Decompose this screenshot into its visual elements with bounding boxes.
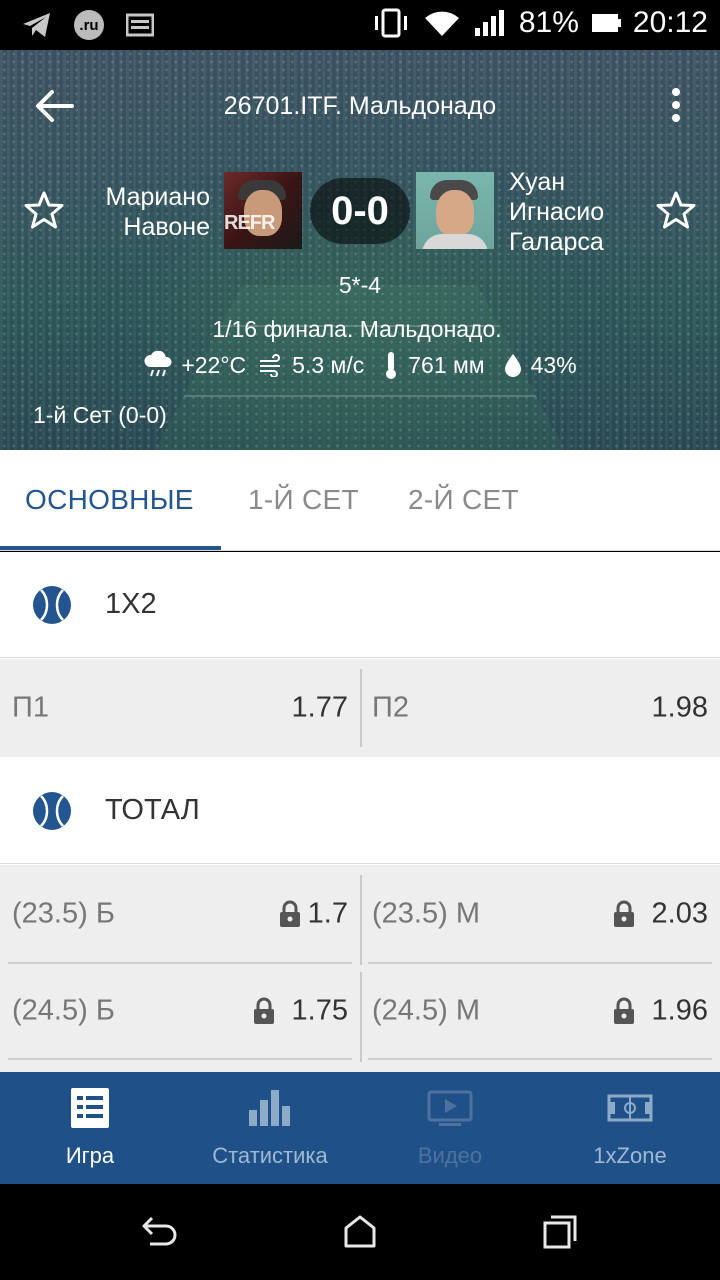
outcome-odds: 1.77: [291, 691, 348, 724]
favorite-star-icon-player2[interactable]: [656, 190, 696, 230]
lock-icon: [614, 997, 634, 1024]
cloud-rain-icon: [144, 351, 172, 377]
outcome-name: (24.5) М: [372, 994, 480, 1026]
match-header: 26701.ITF. Мальдонадо Мариано Навоне REF…: [0, 50, 720, 450]
ru-badge: .ru: [74, 10, 104, 40]
match-score: 0-0: [310, 178, 410, 244]
outcome-odds: 1.96: [651, 994, 708, 1026]
odds-cell-p1[interactable]: П1 1.77: [0, 659, 360, 757]
field-zone-icon: [607, 1094, 653, 1122]
tab-set2[interactable]: 2-Й СЕТ: [408, 484, 519, 516]
lock-icon: [280, 900, 300, 927]
odds-row: П1 1.77 П2 1.98: [0, 659, 720, 757]
nav-video[interactable]: Видео: [360, 1072, 540, 1184]
game-score: 5*-4: [338, 272, 382, 298]
player1-photo-text: REFR: [224, 212, 275, 234]
tournament-round: 1/16 финала. Мальдонадо.: [212, 316, 502, 342]
nav-label: Игра: [65, 1143, 115, 1168]
outcome-odds: 1.75: [291, 994, 348, 1026]
battery-percent: 81%: [518, 6, 579, 39]
system-back-icon[interactable]: [140, 1214, 178, 1250]
battery-icon: [591, 14, 621, 32]
clock: 20:12: [632, 6, 708, 39]
player2-name: Хуан Игнасио Галарса: [509, 168, 605, 256]
game-list-icon: [71, 1088, 109, 1128]
odds-cell-over-24-5[interactable]: (24.5) Б 1.75: [0, 962, 360, 1059]
telegram-icon: [23, 13, 50, 37]
outcome-odds: 1.7: [307, 897, 348, 929]
more-menu-icon[interactable]: [670, 88, 682, 124]
nav-statistics[interactable]: Статистика: [180, 1072, 360, 1184]
nav-1xzone[interactable]: 1xZone: [540, 1072, 720, 1184]
odds-cell-under-24-5[interactable]: (24.5) М 1.96: [360, 962, 720, 1059]
favorite-star-icon-player1[interactable]: [24, 190, 64, 230]
markets-list: 1X2 П1 1.77 П2 1.98 ТОТАЛ (23.5) Б 1.7 (…: [0, 552, 720, 1072]
market-tabs: ОСНОВНЫЕ 1-Й СЕТ 2-Й СЕТ: [0, 450, 720, 551]
temperature: +22°C: [181, 351, 247, 378]
tab-indicator: [0, 546, 221, 550]
player1-photo: REFR: [224, 172, 302, 249]
humidity: 43%: [530, 351, 577, 378]
nav-label: 1xZone: [593, 1143, 667, 1168]
tennis-ball-icon: [33, 586, 71, 624]
nav-label: Видео: [417, 1143, 483, 1168]
system-home-icon[interactable]: [342, 1214, 378, 1250]
set-info: 1-й Сет (0-0): [33, 402, 167, 428]
humidity-drop-icon: [504, 354, 521, 377]
outcome-odds: 2.03: [651, 897, 708, 929]
market-title: ТОТАЛ: [105, 794, 200, 826]
lock-icon: [254, 997, 274, 1024]
market-title: 1X2: [105, 588, 157, 620]
tab-main[interactable]: ОСНОВНЫЕ: [25, 484, 194, 516]
system-recents-icon[interactable]: [542, 1214, 578, 1250]
nav-game[interactable]: Игра: [0, 1072, 180, 1184]
news-icon: [126, 13, 154, 37]
odds-cell-p2[interactable]: П2 1.98: [360, 659, 720, 757]
odds-grid-total: (23.5) Б 1.7 (23.5) М 2.03 (24.5) Б 1.75…: [0, 865, 720, 1072]
pressure: 761 мм: [408, 351, 485, 378]
odds-cell-over-23-5[interactable]: (23.5) Б 1.7: [0, 865, 360, 962]
thermometer-icon: [386, 352, 397, 379]
lock-icon: [614, 900, 634, 927]
outcome-name: (24.5) Б: [12, 994, 115, 1026]
weather-row: +22°C 5.3 м/с 761 мм 43%: [0, 350, 720, 380]
wind-speed: 5.3 м/с: [292, 351, 365, 378]
outcome-odds: 1.98: [651, 691, 708, 724]
outcome-name: П1: [12, 691, 49, 724]
odds-cell-under-23-5[interactable]: (23.5) М 2.03: [360, 865, 720, 962]
outcome-name: (23.5) Б: [12, 897, 115, 929]
wind-icon: [260, 354, 281, 377]
market-header-1x2[interactable]: 1X2: [0, 552, 720, 658]
player2-photo: [416, 172, 494, 249]
wifi-icon: [424, 11, 459, 36]
player1-name: Мариано Навоне: [105, 183, 211, 241]
bottom-navigation: Игра Статистика Видео 1xZone: [0, 1072, 720, 1184]
bar-chart-icon: [249, 1090, 290, 1126]
signal-icon: [474, 10, 504, 36]
vibrate-icon: [374, 8, 407, 38]
video-icon: [427, 1090, 473, 1126]
status-bar: .ru 81% 20:12: [0, 0, 720, 50]
tennis-ball-icon: [33, 792, 71, 830]
outcome-name: П2: [372, 691, 409, 724]
match-title: 26701.ITF. Мальдонадо: [223, 92, 497, 120]
market-header-total[interactable]: ТОТАЛ: [0, 758, 720, 864]
outcome-name: (23.5) М: [372, 897, 480, 929]
system-navigation-bar: [0, 1184, 720, 1280]
tab-set1[interactable]: 1-Й СЕТ: [248, 484, 359, 516]
nav-label: Статистика: [212, 1143, 328, 1168]
